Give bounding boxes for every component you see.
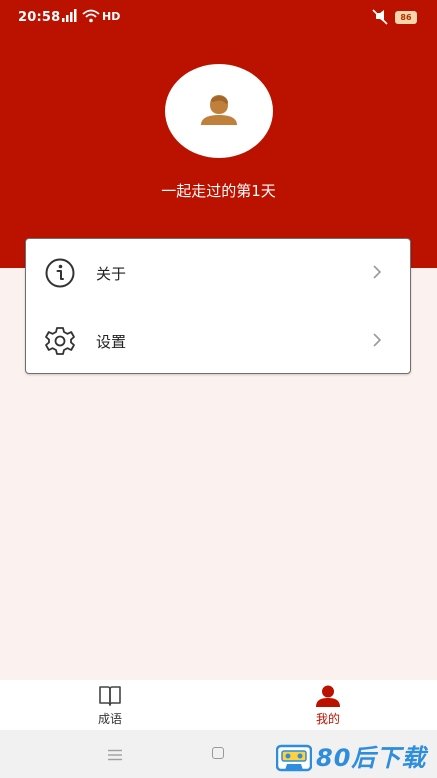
gear-icon: [44, 325, 76, 357]
chevron-right-icon: [372, 332, 382, 352]
menu-icon[interactable]: [107, 746, 123, 765]
book-icon: [99, 686, 121, 706]
menu-card: 关于 设置: [25, 238, 411, 374]
menu-item-label: 关于: [96, 265, 127, 283]
tab-label: 成语: [97, 712, 122, 726]
tab-idioms[interactable]: 成语: [55, 680, 165, 730]
status-bar: 20:58 HD 86: [0, 0, 437, 36]
bottom-navigation: 成语 我的: [0, 680, 437, 730]
avatar[interactable]: [165, 64, 273, 158]
menu-item-about[interactable]: 关于: [26, 239, 410, 307]
signal-icon: [62, 9, 80, 27]
tab-label: 我的: [315, 712, 340, 726]
network-type: HD: [102, 10, 121, 23]
info-icon: [44, 257, 76, 289]
status-time: 20:58: [18, 10, 61, 25]
days-together-text: 一起走过的第1天: [161, 182, 276, 200]
watermark-text: 80后下载: [316, 744, 427, 772]
mute-icon: [371, 9, 389, 29]
menu-item-label: 设置: [96, 333, 127, 351]
watermark: 80后下载: [275, 742, 437, 777]
user-icon: [316, 685, 340, 707]
battery-indicator: 86: [395, 11, 417, 24]
user-avatar-icon: [201, 95, 237, 125]
home-icon[interactable]: [212, 747, 224, 759]
cassette-logo-icon: [275, 743, 313, 777]
chevron-right-icon: [372, 264, 382, 284]
tab-mine[interactable]: 我的: [273, 680, 383, 730]
menu-item-settings[interactable]: 设置: [26, 307, 410, 375]
wifi-icon: [82, 9, 100, 27]
